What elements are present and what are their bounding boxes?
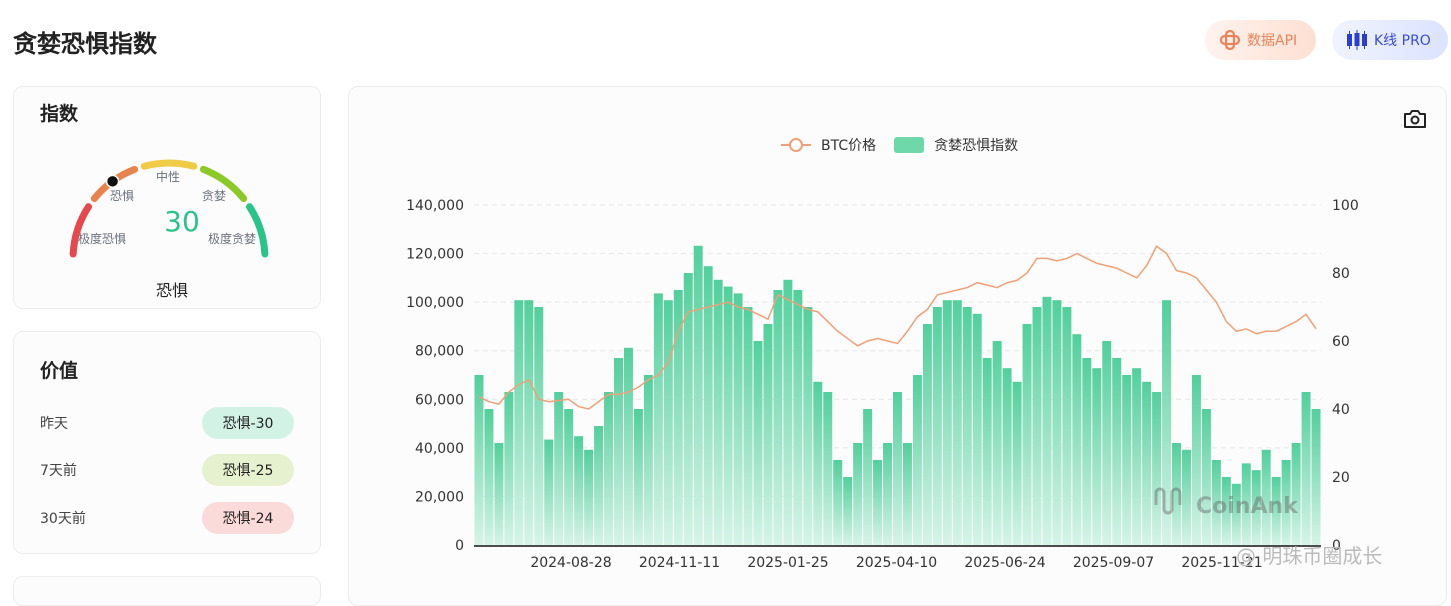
- fear-greed-bar: [1122, 375, 1132, 545]
- fear-greed-bar: [1201, 409, 1211, 545]
- fear-greed-bar: [524, 300, 534, 545]
- fear-greed-bar: [1012, 381, 1022, 545]
- y-left-tick: 140,000: [406, 198, 464, 214]
- fear-greed-bar: [843, 477, 853, 545]
- fear-greed-bar: [693, 245, 703, 546]
- fear-greed-bar: [574, 436, 584, 545]
- fear-greed-bar: [942, 300, 952, 545]
- svg-text:CoinAnk: CoinAnk: [1196, 494, 1299, 519]
- fear-greed-bar: [1022, 324, 1032, 545]
- fear-greed-bar: [893, 392, 902, 545]
- fear-greed-bar: [833, 460, 843, 545]
- fear-greed-bar: [962, 307, 972, 545]
- fear-greed-bar: [743, 307, 753, 545]
- fear-greed-bar: [564, 409, 574, 545]
- fear-greed-bar: [633, 409, 643, 545]
- x-tick: 2024-08-28: [530, 555, 611, 571]
- fear-greed-bar: [604, 392, 614, 545]
- fear-greed-bar: [992, 341, 1002, 545]
- y-left-tick: 20,000: [415, 489, 464, 505]
- fear-greed-bar: [922, 324, 932, 545]
- fear-greed-bar: [1052, 300, 1062, 545]
- fear-greed-bar: [623, 347, 633, 545]
- fear-greed-bar: [733, 293, 743, 545]
- btc-price-line: [478, 245, 1317, 410]
- fear-greed-bar: [1072, 334, 1082, 545]
- fear-greed-bar: [883, 443, 893, 545]
- fear-greed-bar: [653, 293, 663, 545]
- y-right-tick: 40: [1332, 402, 1350, 418]
- fear-greed-bar: [932, 307, 942, 545]
- fear-greed-bar: [912, 375, 922, 545]
- x-tick: 2025-01-25: [747, 555, 828, 571]
- fear-greed-bar: [783, 279, 793, 545]
- fear-greed-bar: [1152, 392, 1162, 545]
- y-left-tick: 80,000: [415, 344, 464, 360]
- x-tick: 2025-04-10: [856, 555, 937, 571]
- fear-greed-bar: [534, 307, 544, 545]
- chart-plot: 0 20,000 40,000 60,000 80,000 100,000 120,000 1…: [406, 198, 1359, 571]
- y-left-tick: 100,000: [406, 295, 464, 311]
- y-left-tick: 0: [455, 538, 464, 554]
- fear-greed-bar: [643, 375, 653, 545]
- fear-greed-bar: [873, 460, 883, 545]
- fear-greed-bar: [853, 443, 863, 545]
- y-left-tick: 60,000: [415, 392, 464, 408]
- fear-greed-bar: [614, 358, 623, 545]
- y-left-tick: 120,000: [406, 247, 464, 263]
- fear-greed-bar: [544, 439, 554, 545]
- y-right-tick: 100: [1332, 198, 1359, 214]
- y-right-tick: 60: [1332, 334, 1350, 350]
- fear-greed-bar: [1102, 341, 1112, 545]
- fear-greed-bar: [972, 313, 982, 545]
- fear-greed-bar: [902, 443, 912, 545]
- fear-greed-bar: [663, 300, 673, 545]
- fear-greed-bar: [1112, 358, 1122, 545]
- fear-greed-bar: [813, 381, 823, 545]
- fear-greed-bar: [1032, 307, 1042, 545]
- fear-greed-bar: [763, 324, 773, 545]
- fear-greed-bar: [1142, 381, 1152, 545]
- fear-greed-bar: [484, 409, 494, 545]
- fear-greed-bar: [514, 300, 524, 545]
- fear-greed-bar: [1132, 368, 1142, 545]
- x-tick: 2024-11-11: [639, 555, 720, 571]
- fear-greed-bar: [594, 426, 604, 545]
- fear-greed-bar: [1311, 409, 1321, 545]
- fear-greed-bar: [683, 273, 693, 545]
- fear-greed-bar: [1042, 296, 1052, 545]
- fear-greed-bar: [773, 290, 783, 545]
- fear-greed-bar: [673, 290, 683, 545]
- fear-greed-bar: [504, 392, 514, 545]
- fear-greed-bar: [753, 341, 763, 545]
- y-right-tick: 20: [1332, 470, 1350, 486]
- fear-greed-bar: [713, 279, 723, 545]
- watermark: @ 明珠币圈成长: [1236, 544, 1383, 568]
- fear-greed-bar: [803, 307, 813, 545]
- y-left-tick: 40,000: [415, 441, 464, 457]
- y-right-tick: 80: [1332, 266, 1350, 282]
- fear-greed-bar: [793, 290, 803, 545]
- x-tick: 2025-09-07: [1073, 555, 1154, 571]
- fear-greed-bar: [863, 409, 873, 545]
- fear-greed-bar: [494, 443, 504, 545]
- fear-greed-bar: [1082, 358, 1092, 545]
- fear-greed-bar: [474, 375, 484, 545]
- fear-greed-bar: [584, 449, 594, 545]
- x-tick: 2025-06-24: [964, 555, 1045, 571]
- fear-greed-bar: [1062, 307, 1072, 545]
- fear-greed-bar: [723, 286, 733, 545]
- fear-greed-bar: [1092, 368, 1102, 545]
- fear-greed-bar: [982, 358, 992, 545]
- fear-greed-bar: [823, 392, 833, 545]
- fear-greed-bar: [1191, 375, 1201, 545]
- fear-greed-bar: [1181, 449, 1191, 545]
- fear-greed-bar: [1002, 368, 1012, 545]
- fear-greed-bar: [952, 300, 962, 545]
- fear-greed-bar: [1301, 392, 1311, 545]
- fear-greed-bar: [554, 392, 564, 545]
